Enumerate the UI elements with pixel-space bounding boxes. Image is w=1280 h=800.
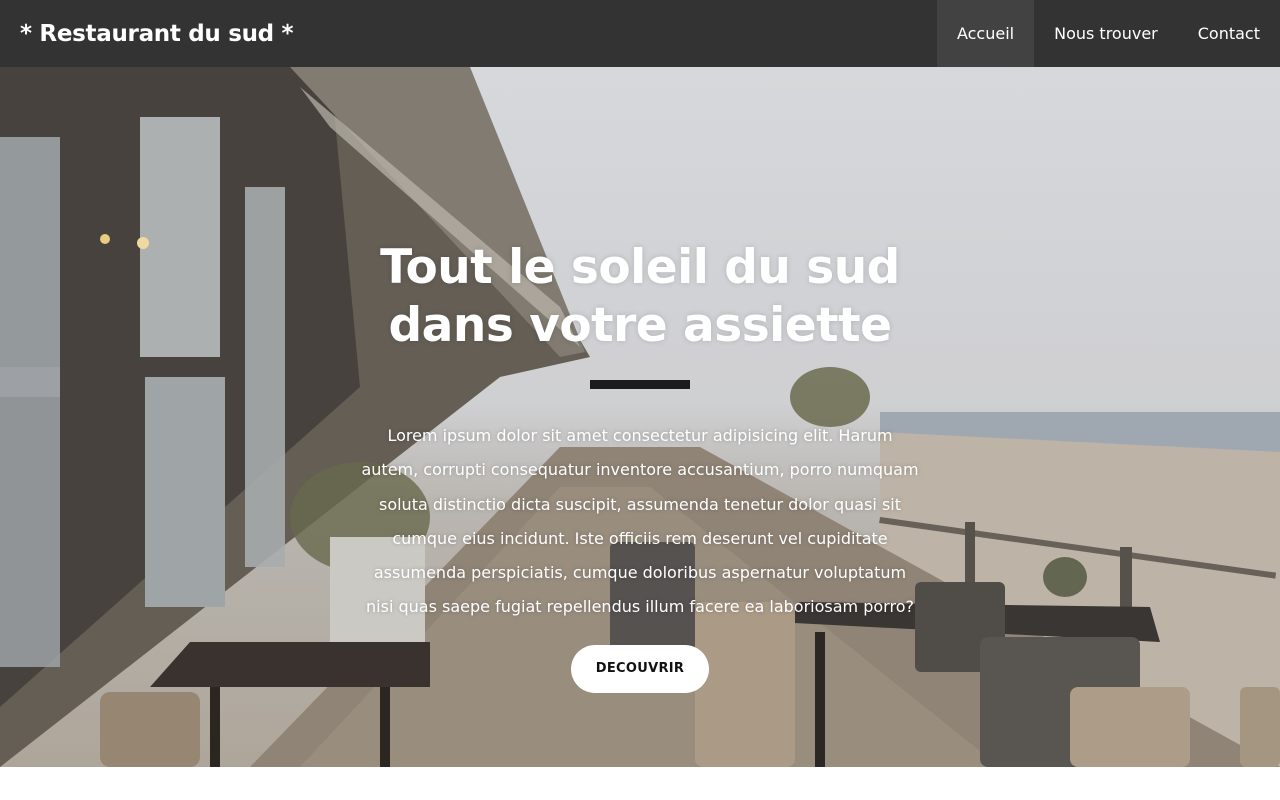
hero-title: Tout le soleil du sud dans votre assiett… [340,239,940,355]
hero-title-line-1: Tout le soleil du sud [380,240,900,295]
hero-divider [590,380,690,389]
hero-section: Tout le soleil du sud dans votre assiett… [0,67,1280,767]
hero-title-line-2: dans votre assiette [388,298,892,353]
hero-description: Lorem ipsum dolor sit amet consectetur a… [361,426,919,617]
nav-item-nous-trouver[interactable]: Nous trouver [1034,0,1178,67]
decouvrir-button[interactable]: DECOUVRIR [571,644,709,693]
nav-item-contact[interactable]: Contact [1178,0,1280,67]
site-brand[interactable]: * Restaurant du sud * [0,21,294,47]
main-nav: Accueil Nous trouver Contact [936,0,1280,67]
nav-item-accueil[interactable]: Accueil [936,0,1035,67]
navbar: * Restaurant du sud * Accueil Nous trouv… [0,0,1280,67]
hero-content: Tout le soleil du sud dans votre assiett… [340,239,940,693]
